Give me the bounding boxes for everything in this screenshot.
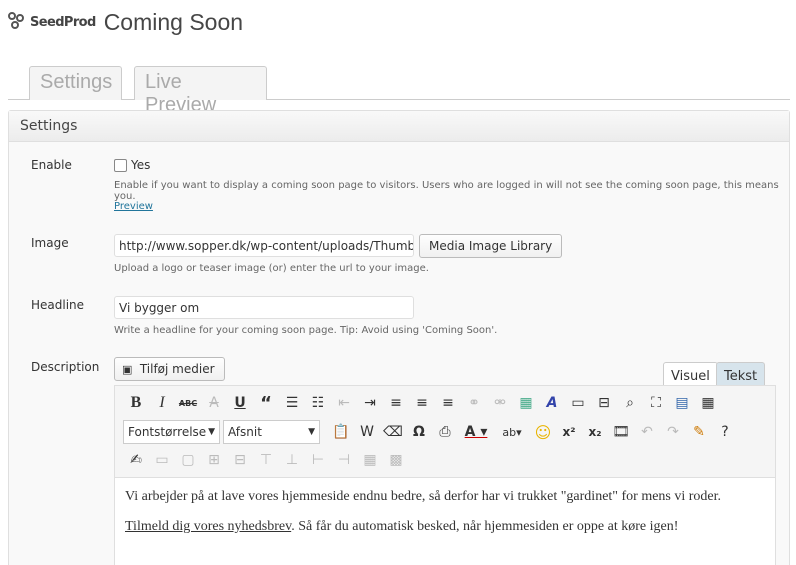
source-icon[interactable]: ✍ [123,448,149,472]
help-icon[interactable]: ? [712,420,738,444]
strikethrough-icon[interactable]: A [201,391,227,415]
seed-icon [8,12,28,32]
insert-row-icon[interactable]: ⊤ [253,448,279,472]
bullet-list-icon[interactable]: ☰ [279,391,305,415]
redo-icon[interactable]: ↷ [660,420,686,444]
toolbar-row-3: ✍ ▭ ▢ ⊞ ⊟ ⊤ ⊥ ⊢ ⊣ ▦ ▩ [123,448,409,472]
split-cell-icon[interactable]: ⊞ [201,448,227,472]
font-size-select[interactable]: Fontstørrelse ▼ [123,420,220,444]
highlight-icon[interactable]: ab▾ [494,420,530,444]
description-editor: B I ABC A U “ ☰ ☷ ⇤ ⇥ ≡ ≡ ≡ ⚭ ⚮ ▦ A ▭ ⊟ … [114,385,776,565]
settings-panel: Settings Enable Yes Enable if you want t… [8,110,790,565]
format-value: Afsnit [228,425,262,439]
delete-row-icon[interactable]: ⊥ [279,448,305,472]
seedprod-logo: SeedProd [8,12,96,32]
tab-live-preview[interactable]: Live Preview [134,66,267,116]
tab-settings[interactable]: Settings [29,66,122,100]
page-title: Coming Soon [103,8,244,35]
image-url-input[interactable]: http://www.sopper.dk/wp-content/uploads/… [114,234,414,257]
italic-icon[interactable]: I [149,391,175,415]
enable-checkbox[interactable] [114,159,127,172]
align-left-icon[interactable]: ≡ [383,391,409,415]
emoticon-icon[interactable]: ☺ [530,420,556,444]
numbered-list-icon[interactable]: ☷ [305,391,331,415]
delete-col-icon[interactable]: ⊣ [331,448,357,472]
underline-icon[interactable]: U [227,391,253,415]
spellcheck-icon[interactable]: A [539,391,565,415]
subscript-icon[interactable]: x₂ [582,420,608,444]
undo-icon[interactable]: ↶ [634,420,660,444]
blockquote-icon[interactable]: “ [253,391,279,415]
toolbar-row-2: Fontstørrelse ▼ Afsnit ▼ 📋 W ⌫ Ω ⎙ A ▾ a… [123,420,738,444]
align-right-icon[interactable]: ≡ [435,391,461,415]
enable-checkbox-label[interactable]: Yes [131,158,150,172]
media-icon[interactable]: 🎞 [608,420,634,444]
page-break-icon[interactable]: ⊟ [591,391,617,415]
toolbar-row-1: B I ABC A U “ ☰ ☷ ⇤ ⇥ ≡ ≡ ≡ ⚭ ⚮ ▦ A ▭ ⊟ … [123,391,721,415]
table-icon[interactable]: ▦ [695,391,721,415]
align-center-icon[interactable]: ≡ [409,391,435,415]
paragraph-2-text: . Så får du automatisk besked, når hjemm… [291,519,679,534]
omega-icon[interactable]: Ω [406,420,432,444]
enable-help: Enable if you want to display a coming s… [114,180,779,202]
table-props-icon[interactable]: ▦ [357,448,383,472]
newsletter-link[interactable]: Tilmeld dig vores nyhedsbrev [125,519,291,534]
eraser-icon[interactable]: ⌫ [380,420,406,444]
headline-help: Write a headline for your coming soon pa… [114,325,498,336]
headline-label: Headline [31,298,85,312]
horizontal-rule-icon[interactable]: ▭ [565,391,591,415]
nav-tabs: Settings Live Preview [8,66,790,116]
logo-text: SeedProd [30,14,96,30]
description-paragraph-1: Vi arbejder på at lave vores hjemmeside … [125,489,722,504]
preview-link[interactable]: Preview [114,201,153,212]
indent-icon[interactable]: ⇥ [357,391,383,415]
paste-word2-icon[interactable]: W [354,420,380,444]
image-help: Upload a logo or teaser image (or) enter… [114,263,429,274]
table-cell-icon[interactable]: ▢ [175,448,201,472]
paste-word-icon[interactable]: ▤ [669,391,695,415]
table-row-icon[interactable]: ▭ [149,448,175,472]
add-media-label: Tilføj medier [139,362,215,376]
bold-icon[interactable]: B [123,391,149,415]
unlink-icon[interactable]: ⚮ [487,391,513,415]
panel-title: Settings [9,111,789,142]
insert-image-icon[interactable]: ▦ [513,391,539,415]
page-header: SeedProd Coming Soon [8,6,243,38]
delete-table-icon[interactable]: ▩ [383,448,409,472]
format-select[interactable]: Afsnit ▼ [223,420,320,444]
outdent-icon[interactable]: ⇤ [331,391,357,415]
insert-col-icon[interactable]: ⊢ [305,448,331,472]
print-icon[interactable]: ⎙ [432,420,458,444]
strikethrough-abc-icon[interactable]: ABC [175,391,201,415]
headline-input[interactable]: Vi bygger om [114,296,414,319]
font-color-icon[interactable]: A ▾ [458,420,494,444]
add-media-button[interactable]: ▣ Tilføj medier [114,357,225,381]
link-icon[interactable]: ⚭ [461,391,487,415]
enable-label: Enable [31,158,72,172]
find-icon[interactable]: ⌕ [617,391,643,415]
chevron-down-icon: ▼ [208,427,215,437]
media-icon: ▣ [122,363,133,376]
merge-cell-icon[interactable]: ⊟ [227,448,253,472]
editor-toolbar: B I ABC A U “ ☰ ☷ ⇤ ⇥ ≡ ≡ ≡ ⚭ ⚮ ▦ A ▭ ⊟ … [115,386,775,478]
editor-content[interactable]: Vi arbejder på at lave vores hjemmeside … [115,478,775,556]
description-paragraph-2: Tilmeld dig vores nyhedsbrev. Så får du … [125,517,765,537]
fullscreen-icon[interactable]: ⛶ [643,391,669,415]
paste-text-icon[interactable]: 📋 [328,420,354,444]
media-image-library-button[interactable]: Media Image Library [419,234,563,258]
description-label: Description [31,360,100,374]
font-size-value: Fontstørrelse [128,425,207,439]
edit-image-icon[interactable]: ✎ [686,420,712,444]
image-label: Image [31,236,69,250]
superscript-icon[interactable]: x² [556,420,582,444]
chevron-down-icon: ▼ [308,427,315,437]
